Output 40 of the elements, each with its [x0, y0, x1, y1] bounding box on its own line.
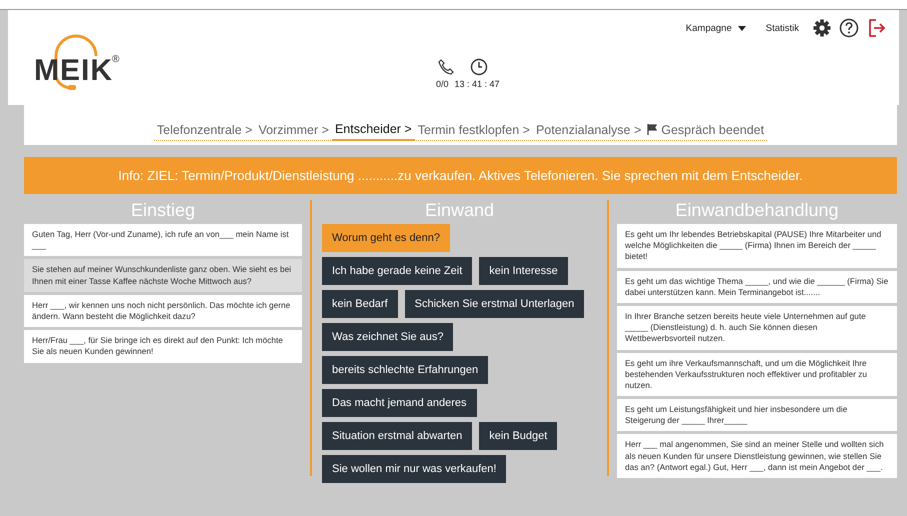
- step-tab[interactable]: Telefonzentrale >: [154, 122, 256, 140]
- settings-icon[interactable]: [813, 19, 831, 37]
- objection-button[interactable]: kein Interesse: [479, 257, 568, 285]
- opening-phrase-card[interactable]: Sie stehen auf meiner Wunschkundenliste ganz oben. Wie sieht es bei Ihnen mit einer Tasse Kaffee nächste Woche Mittwoch aus?: [24, 259, 302, 292]
- opening-phrase-card[interactable]: Guten Tag, Herr (Vor-und Zuname), ich rufe an von___ mein Name ist ___: [24, 224, 302, 256]
- step-tab[interactable]: Vorzimmer >: [255, 122, 332, 140]
- step-tab[interactable]: Entscheider >: [332, 122, 415, 141]
- opening-phrase-card[interactable]: Herr ___, wir kennen uns noch nicht persönlich. Das möchte ich gerne ändern. Wann besteht die Möglichkeit dazu?: [24, 294, 302, 328]
- clock-icon: [470, 58, 488, 76]
- info-banner: Info: ZIEL: Termin/Produkt/Dienstleistung ...........zu verkaufen. Aktives Telefonieren. Sie sprechen mit dem Entscheider.: [24, 157, 897, 194]
- campaign-dropdown[interactable]: Kampagne: [680, 22, 752, 34]
- objection-button[interactable]: kein Bedarf: [322, 290, 398, 318]
- response-card[interactable]: In Ihrer Branche setzen bereits heute viele Unternehmen auf gute _____ (Dienstleistung) d. h. auch Sie können diesen Wettbewerbsvorteil nutzen.: [617, 306, 897, 350]
- logout-icon[interactable]: [867, 18, 887, 38]
- flag-icon: [647, 124, 658, 135]
- help-icon[interactable]: [839, 18, 859, 38]
- opening-phrase-card[interactable]: Herr/Frau ___, für Sie bringe ich es direkt auf den Punkt: Ich möchte Sie als neuen Kunden gewinnen!: [24, 330, 302, 362]
- statistics-link[interactable]: Statistik: [760, 22, 805, 34]
- caret-icon: [738, 26, 746, 30]
- response-card[interactable]: Es geht um Leistungsfähigkeit und hier insbesondere um die Steigerung der _____ Ihrer_____: [617, 399, 897, 432]
- objection-button[interactable]: Was zeichnet Sie aus?: [322, 323, 454, 351]
- objection-button[interactable]: Worum geht es denn?: [322, 224, 450, 252]
- objection-button[interactable]: Ich habe gerade keine Zeit: [322, 257, 472, 285]
- response-card[interactable]: Es geht um das wichtige Thema _____, und wie die ______ (Firma) Sie dabei unterstützen kann. Mein Terminangebot ist.......: [617, 270, 897, 303]
- registered-mark: ®: [112, 54, 120, 65]
- response-card[interactable]: Es geht um ihre Verkaufsmannschaft, und um die Möglichkeit Ihre bestehenden Verkaufsstrukturen noch effektiver und profitabler zu nutzen.: [617, 352, 897, 396]
- response-card[interactable]: Herr ___ mal angenommen, Sie sind an meiner Stelle und wollten sich als neuen Kunden für unsere Dienstleistung gewinnen, wie stellen Sie das an? (Antwort egal.) Gut, Herr ___, dann ist mein Angebot der ___.: [617, 434, 897, 478]
- objection-button[interactable]: Das macht jemand anderes: [322, 389, 477, 417]
- response-card[interactable]: Es geht um Ihr lebendes Betriebskapital (PAUSE) Ihre Mitarbeiter und welche Möglichkeiten die _____ (Firma) Ihnen im Bereich der _____ bietet!: [617, 224, 897, 268]
- objection-button[interactable]: bereits schlechte Erfahrungen: [322, 356, 488, 384]
- objection-button[interactable]: Schicken Sie erstmal Unterlagen: [404, 290, 584, 318]
- objection-button[interactable]: Sie wollen mir nur was verkaufen!: [322, 455, 506, 483]
- call-count: 0/0: [436, 79, 449, 89]
- call-timer: 13 : 41 : 47: [454, 79, 500, 89]
- step-tab[interactable]: Gespräch beendet: [644, 122, 768, 140]
- step-tab[interactable]: Potenzialanalyse >: [532, 122, 644, 140]
- step-tab[interactable]: Termin festklopfen >: [414, 122, 533, 140]
- objection-button[interactable]: Situation erstmal abwarten: [322, 422, 472, 450]
- objection-button[interactable]: kein Budget: [479, 422, 558, 450]
- phone-icon: [438, 59, 454, 75]
